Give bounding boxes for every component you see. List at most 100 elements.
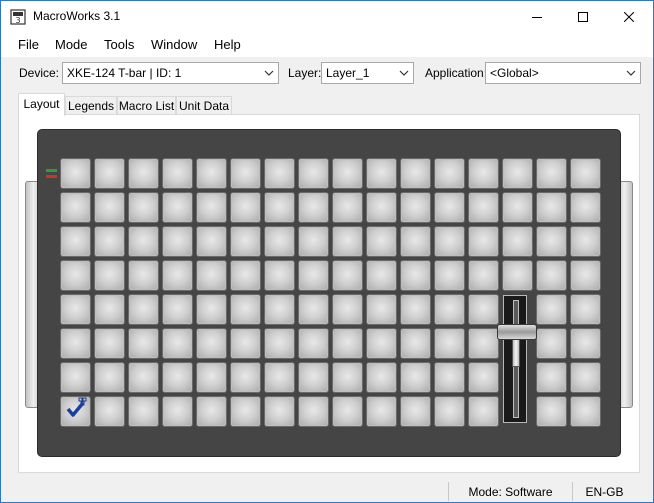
key-button[interactable] [468,192,499,223]
key-button[interactable] [128,260,159,291]
key-button[interactable] [536,328,567,359]
key-button[interactable] [60,362,91,393]
key-button[interactable] [570,294,601,325]
key-button[interactable] [298,158,329,189]
key-button[interactable] [366,158,397,189]
key-button[interactable] [128,362,159,393]
key-button[interactable] [298,396,329,427]
key-button[interactable] [434,260,465,291]
key-button[interactable] [434,396,465,427]
key-button[interactable] [94,328,125,359]
minimize-button[interactable] [514,1,560,32]
key-button[interactable] [264,192,295,223]
key-button[interactable] [298,362,329,393]
key-button[interactable] [468,260,499,291]
key-button[interactable] [94,396,125,427]
key-button[interactable] [298,226,329,257]
menu-tools[interactable]: Tools [104,37,134,52]
key-button[interactable] [468,396,499,427]
key-button[interactable] [60,192,91,223]
key-button[interactable] [570,328,601,359]
key-button[interactable] [332,192,363,223]
tbar-handle[interactable] [497,324,537,340]
key-button[interactable] [536,294,567,325]
key-button[interactable] [366,396,397,427]
key-button[interactable] [230,294,261,325]
key-button[interactable] [400,362,431,393]
application-select[interactable]: <Global> [485,62,641,84]
key-button[interactable] [264,294,295,325]
key-button[interactable] [366,192,397,223]
key-button[interactable] [60,226,91,257]
key-button[interactable] [366,294,397,325]
key-button[interactable] [536,192,567,223]
key-button[interactable] [298,192,329,223]
key-button[interactable] [230,328,261,359]
tab-legends[interactable]: Legends [65,96,117,115]
key-button[interactable] [570,260,601,291]
key-button[interactable] [332,362,363,393]
key-button[interactable] [400,260,431,291]
key-button[interactable] [60,328,91,359]
key-button[interactable] [128,294,159,325]
menu-help[interactable]: Help [214,37,241,52]
key-button[interactable] [128,328,159,359]
key-button[interactable] [468,362,499,393]
key-button[interactable] [264,158,295,189]
key-button[interactable] [366,328,397,359]
key-button[interactable] [162,158,193,189]
key-button[interactable] [162,226,193,257]
key-button[interactable] [162,396,193,427]
key-button[interactable] [400,396,431,427]
key-button[interactable] [536,396,567,427]
key-button[interactable] [468,328,499,359]
key-button[interactable] [400,192,431,223]
maximize-button[interactable] [560,1,606,32]
key-button[interactable] [298,294,329,325]
key-button[interactable] [162,260,193,291]
key-button[interactable] [536,226,567,257]
menu-mode[interactable]: Mode [55,37,88,52]
key-button[interactable] [230,226,261,257]
key-button[interactable] [264,328,295,359]
key-button[interactable] [570,362,601,393]
key-button[interactable] [570,396,601,427]
key-button[interactable] [570,192,601,223]
key-button[interactable] [60,158,91,189]
key-button[interactable] [536,362,567,393]
key-button[interactable] [434,158,465,189]
key-button[interactable] [434,226,465,257]
key-button[interactable] [536,260,567,291]
device-select[interactable]: XKE-124 T-bar | ID: 1 [62,62,279,84]
key-button[interactable] [400,294,431,325]
key-button[interactable] [332,260,363,291]
key-button[interactable] [128,192,159,223]
key-button[interactable] [230,158,261,189]
key-button[interactable] [162,362,193,393]
key-button[interactable] [434,328,465,359]
tab-unit-data[interactable]: Unit Data [176,96,232,115]
key-button[interactable] [264,260,295,291]
key-button[interactable] [468,158,499,189]
key-button[interactable] [230,362,261,393]
key-button[interactable] [468,294,499,325]
key-button[interactable] [196,328,227,359]
key-button[interactable] [366,362,397,393]
key-button[interactable] [162,294,193,325]
key-button[interactable] [60,260,91,291]
key-button[interactable] [570,226,601,257]
key-button[interactable] [94,362,125,393]
key-button[interactable] [502,226,533,257]
tab-layout[interactable]: Layout [18,93,65,116]
key-button[interactable] [366,226,397,257]
layer-select[interactable]: Layer_1 [321,62,414,84]
key-button[interactable] [196,396,227,427]
key-button[interactable] [162,192,193,223]
key-button[interactable] [332,328,363,359]
key-button[interactable] [264,362,295,393]
key-button[interactable] [128,226,159,257]
key-button[interactable] [94,158,125,189]
menu-window[interactable]: Window [151,37,197,52]
key-button[interactable] [94,260,125,291]
key-button[interactable] [400,328,431,359]
